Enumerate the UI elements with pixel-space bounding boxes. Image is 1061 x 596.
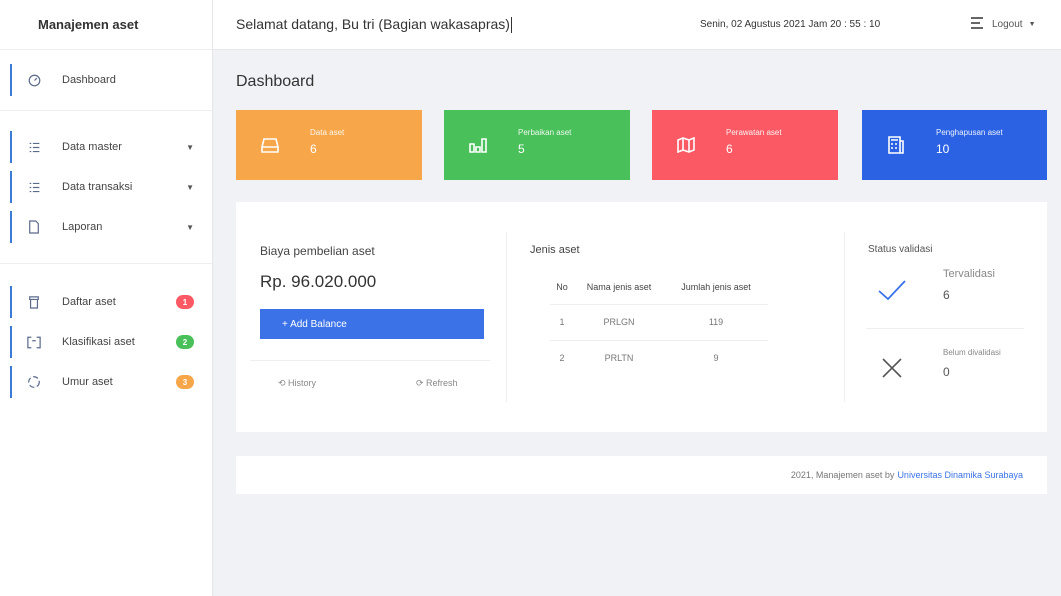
table-header-row: No Nama jenis aset Jumlah jenis aset [550, 270, 768, 305]
stat-value: 6 [726, 142, 733, 156]
sidebar-item-laporan[interactable]: Laporan ▼ [0, 207, 212, 247]
chevron-down-icon: ▼ [186, 182, 194, 192]
table-row: 2 PRLTN 9 [550, 340, 768, 376]
refresh-button[interactable]: ⟳ Refresh [416, 378, 458, 389]
stat-value: 6 [310, 142, 317, 156]
table-cell: 2 [559, 353, 565, 364]
logout-menu[interactable]: Logout ▼ [970, 17, 1036, 32]
column-divider [506, 232, 507, 402]
dashboard-icon [26, 72, 42, 88]
biaya-title: Biaya pembelian aset [260, 244, 375, 258]
stat-value: 5 [518, 142, 525, 156]
close-icon [876, 352, 908, 384]
table-cell: 9 [713, 353, 719, 364]
stat-label: Perawatan aset [726, 128, 782, 137]
table-cell: PRLTN [604, 353, 634, 364]
sidebar-item-klasifikasi-aset[interactable]: Klasifikasi aset 2 [0, 322, 212, 362]
chevron-down-icon: ▼ [1028, 21, 1036, 28]
summary-panel: Biaya pembelian aset Rp. 96.020.000 + Ad… [236, 202, 1047, 432]
table-row: 1 PRLGN 119 [550, 304, 768, 341]
table-header: Nama jenis aset [574, 270, 664, 305]
sidebar-item-data-master[interactable]: Data master ▼ [0, 127, 212, 167]
badge-orange: 3 [176, 375, 194, 389]
document-icon [26, 219, 42, 235]
brand-title: Manajemen aset [0, 0, 212, 50]
table-header: No [550, 270, 574, 305]
menu-icon [970, 17, 984, 32]
list-icon [26, 179, 42, 195]
divider [250, 360, 490, 361]
sidebar: Manajemen aset Dashboard Data master ▼ D… [0, 0, 213, 596]
chevron-down-icon: ▼ [186, 222, 194, 232]
stat-card-perbaikan-aset[interactable]: Perbaikan aset 5 [444, 110, 630, 180]
footer: 2021, Manajemen aset by Universitas Dina… [236, 456, 1047, 494]
validated-label: Tervalidasi [943, 268, 995, 280]
bar-chart-icon [468, 135, 488, 155]
unvalidated-block: Belum divalidasi 0 [876, 348, 1001, 384]
calculator-icon [886, 135, 906, 155]
status-title: Status validasi [868, 244, 933, 255]
history-icon: ⟲ [278, 378, 289, 388]
stat-card-data-aset[interactable]: Data aset 6 [236, 110, 422, 180]
list-icon [26, 139, 42, 155]
stat-card-penghapusan-aset[interactable]: Penghapusan aset 10 [862, 110, 1047, 180]
sidebar-item-label: Data transaksi [62, 181, 133, 193]
unvalidated-value: 0 [943, 365, 950, 379]
stat-value: 10 [936, 142, 950, 156]
nav-group-main: Dashboard [0, 50, 212, 111]
page-title: Dashboard [236, 73, 315, 90]
spinner-icon [26, 374, 42, 390]
sidebar-item-label: Data master [62, 141, 122, 153]
nav-group-data: Data master ▼ Data transaksi ▼ Laporan ▼ [0, 111, 212, 264]
table-cell: 119 [664, 304, 768, 341]
sidebar-item-dashboard[interactable]: Dashboard [0, 60, 212, 100]
sidebar-item-label: Laporan [62, 221, 103, 233]
footer-link[interactable]: Universitas Dinamika Surabaya [897, 470, 1023, 480]
table-cell: 1 [550, 304, 574, 341]
validated-block: Tervalidasi 6 [876, 268, 995, 306]
sidebar-item-label: Umur aset [62, 376, 113, 388]
table-header: Jumlah jenis aset [664, 270, 768, 305]
map-icon [676, 135, 696, 155]
nav-group-aset: Daftar aset 1 Klasifikasi aset 2 Umur as… [0, 264, 212, 412]
jenis-title: Jenis aset [530, 244, 580, 256]
logout-label: Logout [992, 19, 1023, 30]
chevron-down-icon: ▼ [186, 142, 194, 152]
welcome-text: Selamat datang, Bu tri (Bagian wakasapra… [236, 15, 512, 34]
add-balance-button[interactable]: + Add Balance [260, 309, 484, 339]
jenis-table: No Nama jenis aset Jumlah jenis aset 1 P… [550, 270, 768, 376]
stat-label: Data aset [310, 128, 345, 137]
badge-green: 2 [176, 335, 194, 349]
check-icon [876, 274, 908, 306]
stat-label: Penghapusan aset [936, 128, 1003, 137]
stat-label: Perbaikan aset [518, 128, 572, 137]
bracket-icon [26, 334, 42, 350]
divider [866, 328, 1024, 329]
table-cell: PRLGN [574, 304, 664, 341]
hdd-icon [260, 135, 280, 155]
sidebar-item-label: Daftar aset [62, 296, 116, 308]
sidebar-item-data-transaksi[interactable]: Data transaksi ▼ [0, 167, 212, 207]
column-divider [844, 232, 845, 402]
unvalidated-label: Belum divalidasi [943, 348, 1001, 357]
datetime: Senin, 02 Agustus 2021 Jam 20 : 55 : 10 [700, 19, 881, 30]
stat-card-perawatan-aset[interactable]: Perawatan aset 6 [652, 110, 838, 180]
sidebar-item-label: Klasifikasi aset [62, 336, 135, 348]
footer-text: 2021, Manajemen aset by [790, 470, 895, 480]
validated-value: 6 [943, 288, 950, 302]
sidebar-item-daftar-aset[interactable]: Daftar aset 1 [0, 282, 212, 322]
trash-icon [26, 294, 42, 310]
refresh-icon: ⟳ [416, 378, 427, 388]
badge-red: 1 [176, 295, 194, 309]
sidebar-item-label: Dashboard [62, 74, 116, 86]
topbar: Selamat datang, Bu tri (Bagian wakasapra… [213, 0, 1061, 50]
sidebar-item-umur-aset[interactable]: Umur aset 3 [0, 362, 212, 402]
biaya-value: Rp. 96.020.000 [260, 272, 377, 291]
history-button[interactable]: ⟲ History [278, 378, 316, 389]
